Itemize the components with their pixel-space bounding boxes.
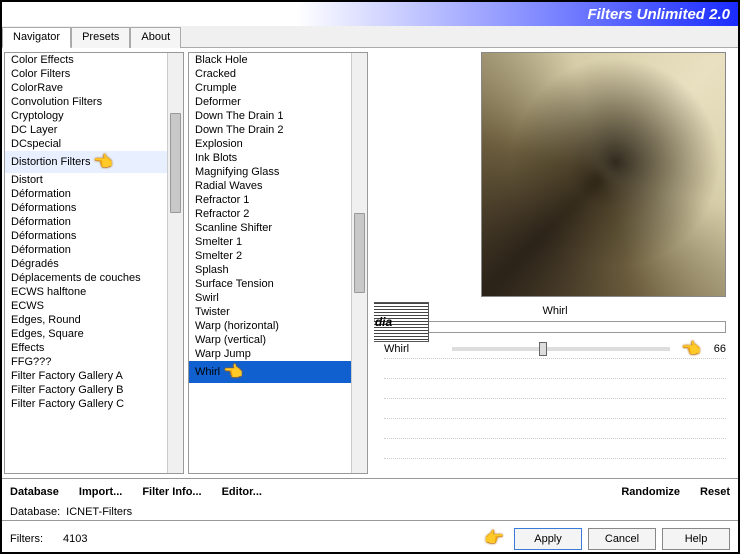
- category-item[interactable]: Edges, Round: [5, 313, 183, 327]
- status-db-label: Database:: [10, 506, 60, 518]
- filter-item[interactable]: Radial Waves: [189, 179, 367, 193]
- param-row-empty: [384, 419, 726, 439]
- import-button[interactable]: Import...: [79, 486, 122, 498]
- help-button[interactable]: Help: [662, 528, 730, 550]
- apply-button[interactable]: Apply: [514, 528, 582, 550]
- filter-item[interactable]: Magnifying Glass: [189, 165, 367, 179]
- category-list[interactable]: Color EffectsColor FiltersColorRaveConvo…: [4, 52, 184, 474]
- category-item[interactable]: Filter Factory Gallery C: [5, 397, 183, 411]
- toolbar: Database Import... Filter Info... Editor…: [2, 478, 738, 504]
- category-item[interactable]: ECWS halftone: [5, 285, 183, 299]
- category-item[interactable]: ColorRave: [5, 81, 183, 95]
- reset-button[interactable]: Reset: [700, 486, 730, 498]
- category-item[interactable]: Déformation: [5, 187, 183, 201]
- param-row-empty: [384, 459, 726, 474]
- category-item[interactable]: DC Layer: [5, 123, 183, 137]
- category-item[interactable]: FFG???: [5, 355, 183, 369]
- category-item[interactable]: Color Effects: [5, 53, 183, 67]
- filter-item[interactable]: Swirl: [189, 291, 367, 305]
- filter-item[interactable]: Deformer: [189, 95, 367, 109]
- filter-item[interactable]: Whirl👉: [189, 361, 367, 383]
- filter-item[interactable]: Smelter 1: [189, 235, 367, 249]
- filter-item[interactable]: Warp (horizontal): [189, 319, 367, 333]
- category-item[interactable]: Color Filters: [5, 67, 183, 81]
- category-item[interactable]: Distortion Filters👉: [5, 151, 183, 173]
- category-item[interactable]: Déformations: [5, 201, 183, 215]
- category-item[interactable]: Filter Factory Gallery B: [5, 383, 183, 397]
- filter-item[interactable]: Scanline Shifter: [189, 221, 367, 235]
- filter-item[interactable]: Refractor 1: [189, 193, 367, 207]
- category-item[interactable]: Déformations: [5, 229, 183, 243]
- status-db: Database: ICNET-Filters: [2, 504, 738, 520]
- scrollbar[interactable]: [351, 53, 367, 473]
- filter-item[interactable]: Twister: [189, 305, 367, 319]
- title-bar: Filters Unlimited 2.0: [2, 2, 738, 26]
- category-item[interactable]: Déplacements de couches: [5, 271, 183, 285]
- pointer-icon: 👉: [94, 152, 114, 172]
- pointer-icon: 👉: [224, 362, 244, 382]
- tab-strip: Navigator Presets About: [2, 26, 738, 48]
- preview-image: [481, 52, 726, 297]
- category-item[interactable]: Convolution Filters: [5, 95, 183, 109]
- param-row: Whirl 👉66: [384, 339, 726, 359]
- editor-button[interactable]: Editor...: [222, 486, 262, 498]
- category-item[interactable]: Dégradés: [5, 257, 183, 271]
- status-filters-label: Filters:: [10, 533, 43, 545]
- filter-item[interactable]: Cracked: [189, 67, 367, 81]
- pointer-icon: 👉: [484, 528, 504, 550]
- filter-item[interactable]: Ink Blots: [189, 151, 367, 165]
- slider-thumb[interactable]: [539, 342, 547, 356]
- param-row-empty: [384, 399, 726, 419]
- footer: Filters: 4103 👉 Apply Cancel Help: [2, 520, 738, 556]
- param-row-empty: [384, 359, 726, 379]
- parameter-list: Whirl 👉66: [384, 339, 726, 474]
- category-item[interactable]: Déformation: [5, 215, 183, 229]
- category-item[interactable]: ECWS: [5, 299, 183, 313]
- category-item[interactable]: Edges, Square: [5, 327, 183, 341]
- pointer-icon: 👉: [682, 339, 702, 359]
- filter-list[interactable]: Black HoleCrackedCrumpleDeformerDown The…: [188, 52, 368, 474]
- main-area: Color EffectsColor FiltersColorRaveConvo…: [2, 48, 738, 478]
- filter-item[interactable]: Down The Drain 1: [189, 109, 367, 123]
- param-row-empty: [384, 379, 726, 399]
- category-item[interactable]: Déformation: [5, 243, 183, 257]
- app-title: Filters Unlimited 2.0: [587, 6, 730, 23]
- category-item[interactable]: Filter Factory Gallery A: [5, 369, 183, 383]
- filter-item[interactable]: Splash: [189, 263, 367, 277]
- category-item[interactable]: Effects: [5, 341, 183, 355]
- scrollbar-thumb[interactable]: [170, 113, 181, 213]
- filter-item[interactable]: Refractor 2: [189, 207, 367, 221]
- filter-item[interactable]: Black Hole: [189, 53, 367, 67]
- tab-navigator[interactable]: Navigator: [2, 27, 71, 48]
- filter-info-button[interactable]: Filter Info...: [142, 486, 201, 498]
- filter-item[interactable]: Smelter 2: [189, 249, 367, 263]
- category-item[interactable]: DCspecial: [5, 137, 183, 151]
- cancel-button[interactable]: Cancel: [588, 528, 656, 550]
- param-value: 66: [702, 343, 726, 355]
- randomize-button[interactable]: Randomize: [621, 486, 680, 498]
- filter-item[interactable]: Warp (vertical): [189, 333, 367, 347]
- filter-item[interactable]: Crumple: [189, 81, 367, 95]
- scrollbar-thumb[interactable]: [354, 213, 365, 293]
- param-label: Whirl: [384, 343, 444, 355]
- watermark: claudia: [374, 302, 429, 342]
- category-item[interactable]: Cryptology: [5, 109, 183, 123]
- param-slider[interactable]: [452, 347, 670, 351]
- database-button[interactable]: Database: [10, 486, 59, 498]
- progress-bar: [384, 321, 726, 333]
- preview-panel: claudia Whirl Whirl 👉66: [374, 52, 736, 474]
- status-filters-value: 4103: [63, 533, 87, 545]
- tab-presets[interactable]: Presets: [71, 27, 130, 48]
- tab-about[interactable]: About: [130, 27, 181, 48]
- status-db-value: ICNET-Filters: [66, 506, 132, 518]
- filter-item[interactable]: Explosion: [189, 137, 367, 151]
- filter-item[interactable]: Warp Jump: [189, 347, 367, 361]
- scrollbar[interactable]: [167, 53, 183, 473]
- filter-item[interactable]: Surface Tension: [189, 277, 367, 291]
- param-row-empty: [384, 439, 726, 459]
- current-filter-name: Whirl: [542, 305, 567, 317]
- filter-item[interactable]: Down The Drain 2: [189, 123, 367, 137]
- category-item[interactable]: Distort: [5, 173, 183, 187]
